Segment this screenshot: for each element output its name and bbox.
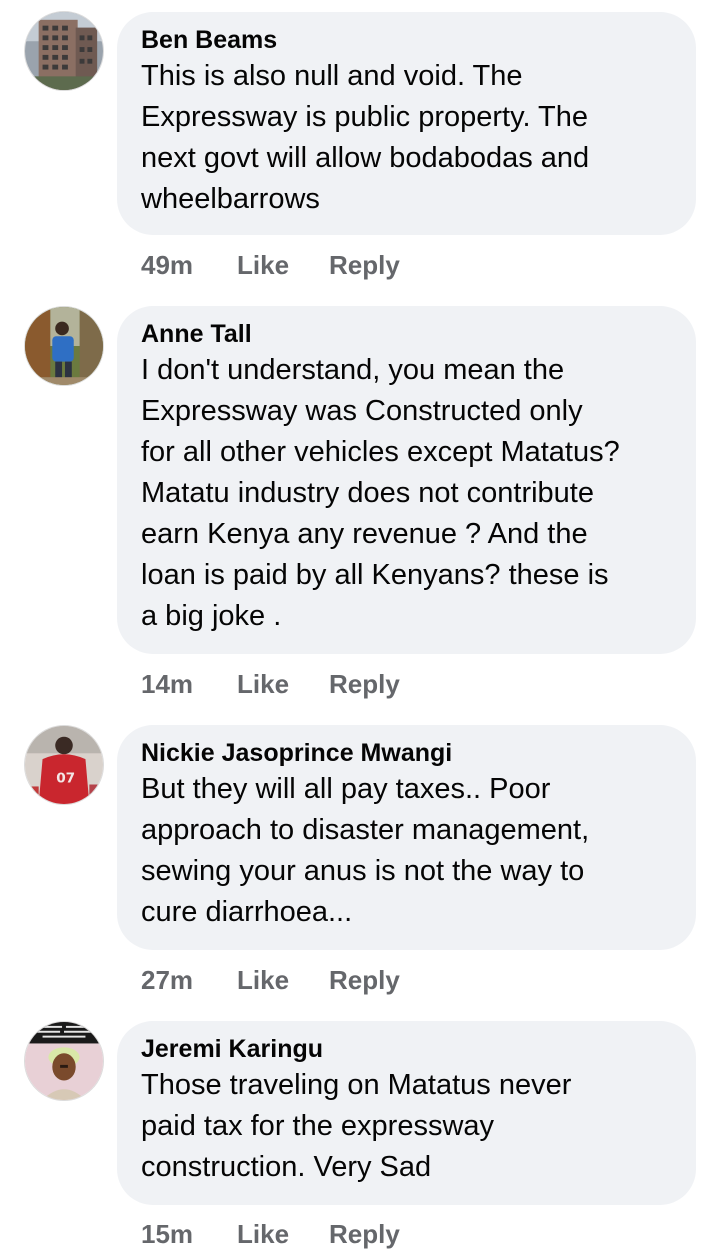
comment-author[interactable]: Ben Beams — [141, 24, 676, 56]
jersey-photo-icon: 07 — [25, 726, 103, 804]
comment-bubble: Nickie Jasoprince Mwangi But they will a… — [117, 725, 696, 950]
comment-bubble: Jeremi Karingu Those traveling on Matatu… — [117, 1021, 696, 1205]
comment-timestamp[interactable]: 27m — [141, 965, 237, 996]
comment-author[interactable]: Jeremi Karingu — [141, 1033, 676, 1065]
comment-text: Those traveling on Matatus never paid ta… — [141, 1069, 572, 1183]
comment-actions: 27m Like Reply — [141, 965, 400, 996]
person-photo-icon — [25, 307, 103, 385]
comment-timestamp[interactable]: 49m — [141, 250, 237, 281]
svg-text:07: 07 — [56, 771, 75, 787]
woman-photo-icon — [25, 1022, 103, 1100]
comment-actions: 49m Like Reply — [141, 250, 400, 281]
comment-text: I don't understand, you mean the Express… — [141, 354, 620, 632]
comment-actions: 14m Like Reply — [141, 669, 400, 700]
building-photo-icon — [25, 12, 103, 90]
comment-text: This is also null and void. The Expressw… — [141, 60, 590, 215]
reply-button[interactable]: Reply — [329, 965, 400, 996]
comment-actions: 15m Like Reply — [141, 1219, 400, 1250]
building-photo-avatar[interactable] — [24, 11, 104, 91]
comment-timestamp[interactable]: 14m — [141, 669, 237, 700]
like-button[interactable]: Like — [237, 250, 329, 281]
like-button[interactable]: Like — [237, 669, 329, 700]
comment-author[interactable]: Nickie Jasoprince Mwangi — [141, 737, 676, 769]
reply-button[interactable]: Reply — [329, 669, 400, 700]
comment-text: But they will all pay taxes.. Poor appro… — [141, 773, 590, 928]
comment-bubble: Anne Tall I don't understand, you mean t… — [117, 306, 696, 654]
reply-button[interactable]: Reply — [329, 1219, 400, 1250]
reply-button[interactable]: Reply — [329, 250, 400, 281]
person-photo-avatar[interactable] — [24, 306, 104, 386]
comment-author[interactable]: Anne Tall — [141, 318, 676, 350]
jersey-photo-avatar[interactable]: 07 — [24, 725, 104, 805]
woman-photo-avatar[interactable] — [24, 1021, 104, 1101]
like-button[interactable]: Like — [237, 1219, 329, 1250]
like-button[interactable]: Like — [237, 965, 329, 996]
comment-bubble: Ben Beams This is also null and void. Th… — [117, 12, 696, 235]
comment-timestamp[interactable]: 15m — [141, 1219, 237, 1250]
